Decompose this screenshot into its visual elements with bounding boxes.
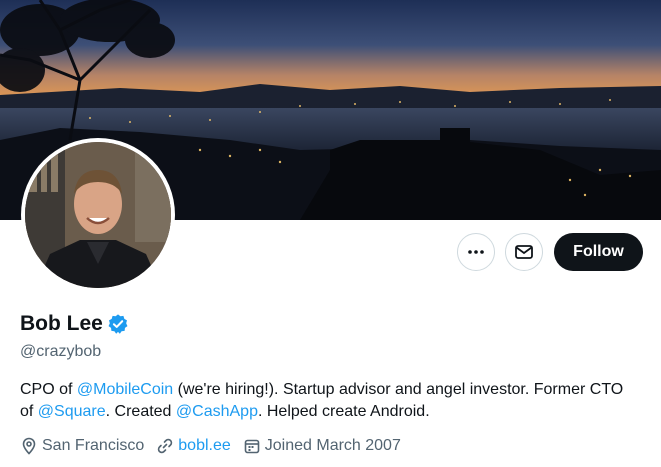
website-link[interactable]: bobl.ee <box>178 437 231 455</box>
ellipsis-icon <box>468 250 484 254</box>
location-item: San Francisco <box>20 437 144 455</box>
bio-text: . Created <box>105 403 176 420</box>
bio-text: . Helped create Android. <box>257 403 430 420</box>
display-name: Bob Lee <box>20 312 103 335</box>
envelope-icon <box>515 245 533 259</box>
more-options-button[interactable] <box>457 233 495 271</box>
bio-text: CPO of <box>20 381 77 398</box>
name-row: Bob Lee <box>20 312 129 336</box>
joined-text: Joined March 2007 <box>264 437 401 454</box>
mention-square-link[interactable]: @Square <box>38 403 106 420</box>
avatar-photo <box>25 142 171 288</box>
profile-meta: San Francisco bobl.ee Joined March 2007 <box>20 437 413 455</box>
bio: CPO of @MobileCoin (we're hiring!). Star… <box>20 379 640 423</box>
verified-badge-icon[interactable] <box>107 313 129 335</box>
message-button[interactable] <box>505 233 543 271</box>
joined-item: Joined March 2007 <box>243 437 401 455</box>
calendar-icon <box>244 439 260 454</box>
link-icon <box>158 438 173 454</box>
location-text: San Francisco <box>42 437 145 454</box>
follow-button[interactable]: Follow <box>554 233 643 271</box>
mention-mobilecoin-link[interactable]: @MobileCoin <box>77 381 173 398</box>
location-pin-icon <box>22 437 36 455</box>
handle: @crazybob <box>20 343 102 360</box>
mention-cashapp-link[interactable]: @CashApp <box>176 403 258 420</box>
website-item: bobl.ee <box>156 437 231 455</box>
avatar[interactable] <box>25 142 171 288</box>
